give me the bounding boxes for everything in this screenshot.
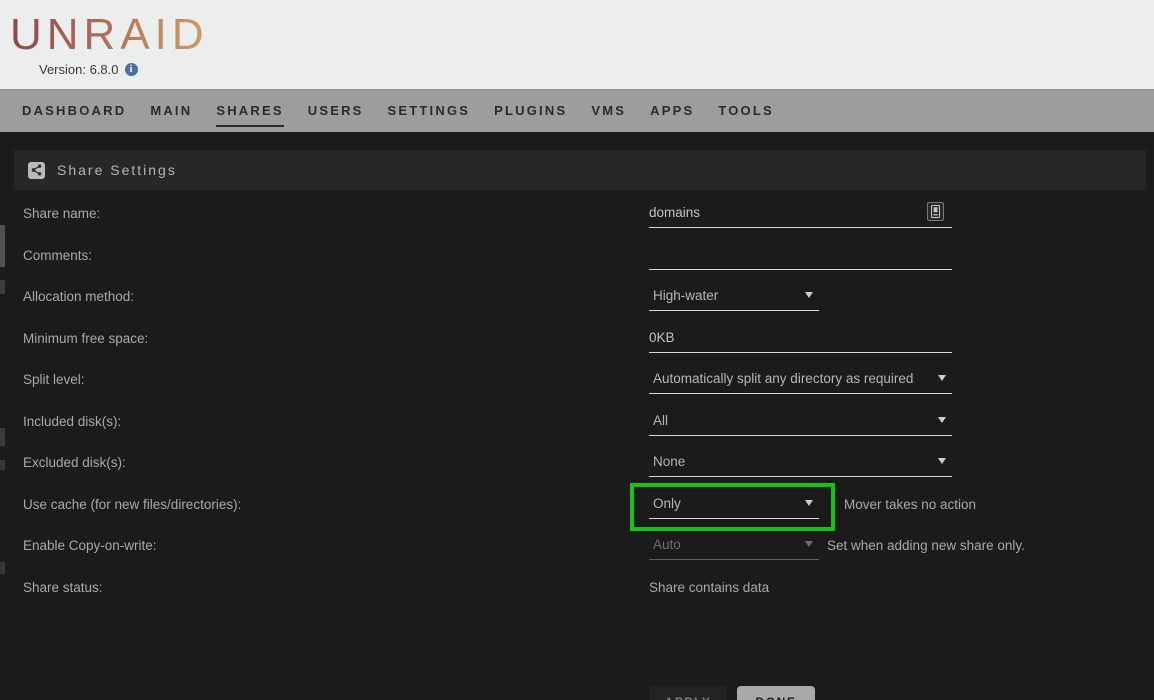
hint-copy-on-write: Set when adding new share only.: [827, 538, 1025, 553]
label-copy-on-write: Enable Copy-on-write:: [23, 538, 157, 553]
excluded-disks-select[interactable]: None: [649, 447, 952, 477]
nav-item-shares[interactable]: SHARES: [204, 101, 295, 127]
nav-item-vms[interactable]: VMS: [579, 101, 638, 121]
share-name-value: domains: [649, 205, 701, 220]
included-disks-value: All: [653, 412, 669, 428]
share-settings-form: Share name: domains Comments: Allocation…: [0, 198, 1154, 613]
copy-on-write-select: Auto: [649, 530, 819, 560]
unraid-logo: UNRAID: [10, 10, 209, 59]
form-row-share-name: Share name: domains: [0, 198, 1154, 240]
apply-button[interactable]: APPLY: [649, 686, 727, 700]
page-body: Share Settings Share name: domains Comme…: [0, 132, 1154, 700]
share-status-value: Share contains data: [649, 579, 770, 595]
field-comments: [649, 240, 952, 270]
hint-use-cache: Mover takes no action: [844, 496, 977, 512]
field-share-name: domains: [649, 198, 952, 228]
field-minimum-free-space: 0KB: [649, 323, 952, 353]
chevron-down-icon: [938, 375, 946, 381]
chevron-down-icon: [805, 292, 813, 298]
form-row-excluded-disks: Excluded disk(s): None: [0, 447, 1154, 489]
label-use-cache: Use cache (for new files/directories):: [23, 496, 242, 512]
form-row-included-disks: Included disk(s): All: [0, 406, 1154, 448]
nav-item-tools[interactable]: TOOLS: [706, 101, 786, 121]
minimum-free-space-input[interactable]: 0KB: [649, 323, 952, 353]
field-included-disks: All: [649, 406, 952, 436]
split-level-value: Automatically split any directory as req…: [653, 371, 914, 386]
brand-header: UNRAID Version: 6.8.0 i: [0, 0, 1154, 90]
chevron-down-icon: [805, 499, 813, 506]
use-cache-value: Only: [653, 495, 681, 511]
label-comments: Comments:: [23, 247, 93, 263]
label-share-status: Share status:: [23, 579, 103, 595]
nav-item-apps[interactable]: APPS: [638, 101, 706, 121]
export-disk-icon[interactable]: [927, 202, 944, 221]
field-excluded-disks: None: [649, 447, 952, 477]
minimum-free-space-value: 0KB: [649, 329, 675, 345]
form-row-use-cache: Use cache (for new files/directories): O…: [0, 482, 1154, 531]
label-included-disks: Included disk(s):: [23, 413, 122, 429]
panel-header: Share Settings: [14, 150, 1146, 190]
excluded-disks-value: None: [653, 454, 686, 469]
use-cache-select[interactable]: Only: [649, 489, 819, 519]
form-row-minimum-free-space: Minimum free space: 0KB: [0, 323, 1154, 365]
form-row-allocation-method: Allocation method: High-water: [0, 281, 1154, 323]
page-title: Share Settings: [57, 162, 177, 178]
label-share-name: Share name:: [23, 206, 101, 221]
nav-item-dashboard[interactable]: DASHBOARD: [10, 101, 138, 121]
label-minimum-free-space: Minimum free space:: [23, 330, 149, 346]
nav-item-users[interactable]: USERS: [296, 101, 376, 121]
form-row-split-level: Split level: Automatically split any dir…: [0, 364, 1154, 406]
comments-input[interactable]: [649, 240, 952, 270]
included-disks-select[interactable]: All: [649, 406, 952, 436]
edge-mark: [0, 562, 5, 574]
share-icon: [28, 161, 45, 179]
label-allocation-method: Allocation method:: [23, 289, 135, 304]
chevron-down-icon: [938, 416, 946, 423]
main-navigation: DASHBOARD MAIN SHARES USERS SETTINGS PLU…: [0, 90, 1154, 132]
chevron-down-icon: [805, 541, 813, 547]
edge-mark: [0, 225, 5, 267]
form-actions: APPLY DONE: [649, 686, 815, 700]
label-excluded-disks: Excluded disk(s):: [23, 455, 126, 470]
label-split-level: Split level:: [23, 372, 85, 387]
nav-item-plugins[interactable]: PLUGINS: [482, 101, 579, 121]
done-button[interactable]: DONE: [737, 686, 815, 700]
nav-item-main[interactable]: MAIN: [138, 101, 204, 121]
allocation-method-select[interactable]: High-water: [649, 281, 819, 311]
field-allocation-method: High-water: [649, 281, 819, 311]
copy-on-write-value: Auto: [653, 537, 681, 552]
browser-edge-strip: [0, 130, 5, 700]
version-info: Version: 6.8.0 i: [39, 62, 138, 77]
form-row-comments: Comments:: [0, 240, 1154, 282]
info-icon[interactable]: i: [124, 63, 138, 76]
chevron-down-icon: [938, 458, 946, 464]
form-row-copy-on-write: Enable Copy-on-write: Auto Set when addi…: [0, 530, 1154, 572]
allocation-method-value: High-water: [653, 288, 719, 303]
edge-mark: [0, 428, 5, 446]
nav-item-settings[interactable]: SETTINGS: [376, 101, 483, 121]
field-copy-on-write: Auto: [649, 530, 819, 560]
field-split-level: Automatically split any directory as req…: [649, 364, 952, 394]
field-use-cache: Only: [649, 489, 819, 519]
version-label: Version: 6.8.0: [39, 62, 119, 77]
form-row-share-status: Share status: Share contains data: [0, 572, 1154, 614]
split-level-select[interactable]: Automatically split any directory as req…: [649, 364, 952, 394]
share-name-input[interactable]: domains: [649, 198, 952, 228]
edge-mark: [0, 460, 5, 470]
edge-mark: [0, 280, 5, 294]
